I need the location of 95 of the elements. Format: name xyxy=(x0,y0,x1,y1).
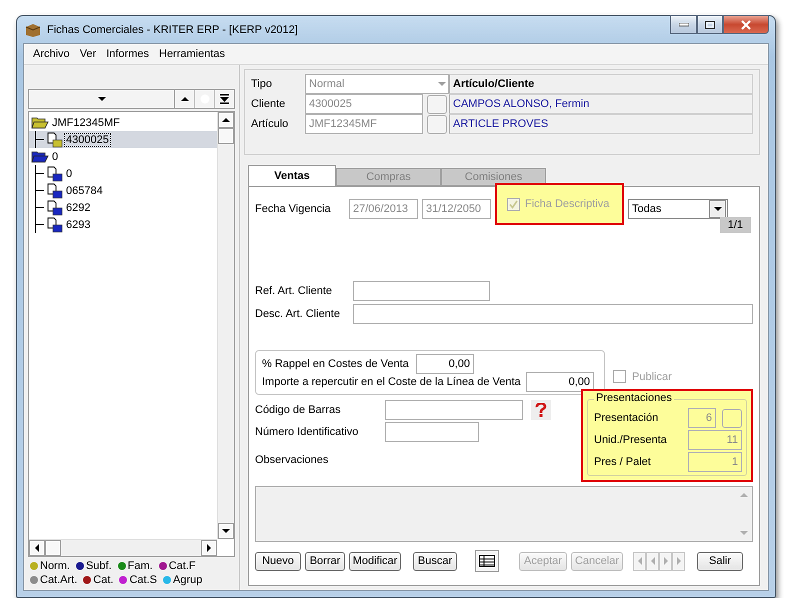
tree-item[interactable]: 4300025 xyxy=(29,131,217,148)
checkbox-label: Publicar xyxy=(632,370,672,382)
tree-branch-line xyxy=(35,131,45,148)
caret-icon xyxy=(714,205,722,213)
caret-icon xyxy=(98,95,106,103)
scroll-right-button[interactable] xyxy=(201,540,217,556)
horizontal-scrollbar[interactable] xyxy=(29,539,217,556)
up-arrow-icon xyxy=(180,95,188,103)
left-arrow-icon xyxy=(33,544,41,552)
action-button[interactable]: Buscar xyxy=(413,552,457,570)
tree-item[interactable]: 065784 xyxy=(29,182,217,199)
tree-branch-line xyxy=(35,199,45,216)
legend-label: Cat.F xyxy=(168,560,196,572)
legend-label: Cat.S xyxy=(129,574,157,586)
filter-select[interactable]: Todas xyxy=(628,199,728,219)
legend-label: Cat.Art. xyxy=(40,574,78,586)
tree-item[interactable]: JMF12345MF xyxy=(29,114,217,131)
action-button[interactable]: Borrar xyxy=(305,552,345,570)
field-label: Código de Barras xyxy=(255,404,342,416)
question-mark-icon xyxy=(535,403,547,417)
field-label: Número Identificativo xyxy=(255,426,360,438)
field-label: Importe a repercutir en el Coste de la Línea de Venta xyxy=(262,376,522,388)
text-field[interactable] xyxy=(353,281,490,301)
tree-branch-line xyxy=(35,216,45,233)
tab[interactable]: Ventas xyxy=(248,165,336,186)
menu-item[interactable]: Archivo xyxy=(28,48,75,60)
text-field[interactable] xyxy=(353,304,753,324)
close-icon xyxy=(741,20,751,30)
field-label: Desc. Art. Cliente xyxy=(255,308,341,320)
tree-branch-line xyxy=(35,182,45,199)
checkbox[interactable] xyxy=(613,370,626,383)
caret-icon xyxy=(438,80,446,88)
notes-field[interactable] xyxy=(255,486,753,542)
dropdown-button[interactable] xyxy=(709,200,726,218)
scroll-thumb[interactable] xyxy=(218,128,234,144)
text-field[interactable] xyxy=(385,422,479,442)
field-label: Fecha Vigencia xyxy=(255,203,332,215)
text-field[interactable] xyxy=(385,400,523,420)
up-arrow-icon xyxy=(740,491,748,499)
number-field[interactable]: 0,00 xyxy=(526,372,594,392)
action-button[interactable]: Salir xyxy=(697,552,743,570)
menu-item[interactable]: Herramientas xyxy=(154,48,230,60)
legend-label: Norm. xyxy=(40,560,70,572)
tree-item[interactable]: 0 xyxy=(29,148,217,165)
table-icon xyxy=(479,555,495,567)
tree-item[interactable]: 0 xyxy=(29,165,217,182)
down-arrow-icon xyxy=(222,527,230,535)
down-arrow-icon xyxy=(740,529,748,537)
checkbox[interactable] xyxy=(507,198,520,210)
browse-button[interactable] xyxy=(427,94,447,114)
name-text: CAMPOS ALONSO, Fermin xyxy=(449,94,753,114)
field-label: Unid./Presenta xyxy=(594,434,668,446)
box-icon xyxy=(25,22,41,36)
checkbox-label: Ficha Descriptiva xyxy=(525,198,610,210)
number-field[interactable]: 0,00 xyxy=(416,354,474,374)
legend-label: Agrup xyxy=(173,574,202,586)
scroll-thumb[interactable] xyxy=(45,540,61,556)
scroll-up-button[interactable] xyxy=(218,112,234,128)
scroll-down-button[interactable] xyxy=(218,523,234,539)
tree-item[interactable]: 6292 xyxy=(29,199,217,216)
right-arrow-icon xyxy=(205,544,213,552)
header-title: Artículo/Cliente xyxy=(449,74,753,94)
action-button[interactable]: Modificar xyxy=(349,552,401,570)
field-label: Tipo xyxy=(251,78,273,90)
page-counter: 1/1 xyxy=(720,217,751,233)
action-button[interactable]: Nuevo xyxy=(255,552,301,570)
close-button[interactable] xyxy=(723,15,769,34)
field-label: % Rappel en Costes de Venta xyxy=(262,358,410,370)
browse-button[interactable] xyxy=(722,408,742,428)
legend-label: Subf. xyxy=(86,560,112,572)
menu-item[interactable]: Informes xyxy=(101,48,154,60)
field-label: Presentación xyxy=(594,412,660,424)
scroll-left-button[interactable] xyxy=(29,540,45,556)
maximize-button[interactable] xyxy=(697,15,723,34)
legend-label: Cat. xyxy=(93,574,114,586)
browse-button[interactable] xyxy=(427,114,447,134)
field-label: Artículo xyxy=(251,118,290,130)
menu-item[interactable]: Ver xyxy=(74,48,102,60)
group-title: Presentaciones xyxy=(594,392,674,404)
minimize-icon xyxy=(678,22,688,26)
tree-item[interactable]: 6293 xyxy=(29,216,217,233)
field-label: Cliente xyxy=(251,98,286,110)
up-arrow-icon xyxy=(222,116,230,124)
name-text: ARTICLE PROVES xyxy=(449,114,753,134)
window-title: Fichas Comerciales - KRITER ERP - [KERP v2012] xyxy=(47,24,299,36)
tree-branch-line xyxy=(35,165,45,182)
vertical-scrollbar[interactable] xyxy=(217,112,234,539)
field-label: Ref. Art. Cliente xyxy=(255,285,334,297)
grid-button[interactable] xyxy=(475,550,499,572)
legend-label: Fam. xyxy=(128,560,153,572)
maximize-icon xyxy=(705,20,715,28)
field-label: Pres / Palet xyxy=(594,456,652,468)
down-arrow-bar-icon xyxy=(220,94,229,104)
minimize-button[interactable] xyxy=(670,15,697,34)
help-button[interactable] xyxy=(531,400,551,420)
